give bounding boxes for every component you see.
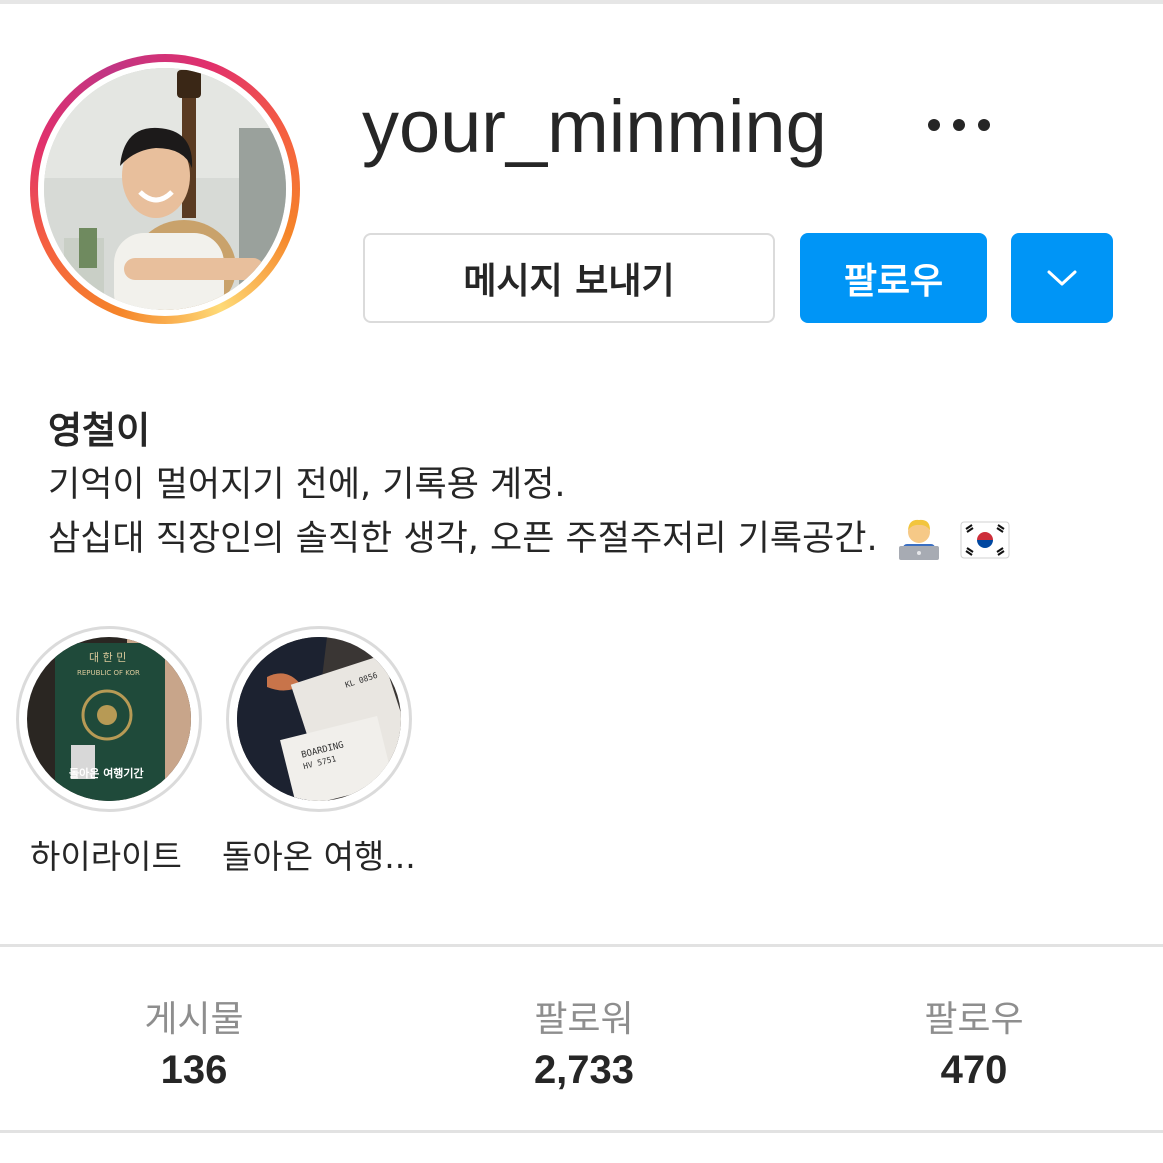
bio-line-1: 기억이 멀어지기 전에, 기록용 계정. [48, 465, 566, 505]
highlight-1-cover: 대 한 민 REPUBLIC OF KOR 돌아온 여행기간 [27, 637, 191, 801]
posts-count[interactable]: 게시물 136 [44, 990, 344, 1093]
highlight-1-cover-title: 대 한 민 [89, 651, 126, 664]
followers-label: 팔로워 [534, 999, 634, 1040]
following-value: 470 [940, 1048, 1008, 1092]
more-horizontal-icon [928, 119, 990, 131]
following-label: 팔로우 [924, 999, 1024, 1040]
avatar-photo [44, 68, 286, 310]
highlight-2-cover: BOARDING HV 5751 KL 0856 [237, 637, 401, 801]
posts-label: 게시물 [144, 999, 244, 1040]
profile-avatar[interactable] [44, 68, 286, 310]
top-divider [0, 0, 1163, 4]
south-korea-flag-emoji [960, 521, 1010, 559]
highlight-1-overlay-text: 돌아온 여행기간 [69, 766, 144, 780]
following-count[interactable]: 팔로우 470 [824, 990, 1124, 1093]
story-ring[interactable] [30, 54, 300, 324]
profile-display-name: 영철이 [48, 409, 151, 452]
highlight-2[interactable]: BOARDING HV 5751 KL 0856 [226, 626, 412, 812]
chevron-down-icon [1047, 270, 1077, 286]
posts-value: 136 [160, 1048, 228, 1092]
highlight-1[interactable]: 대 한 민 REPUBLIC OF KOR 돌아온 여행기간 [16, 626, 202, 812]
stats-top-divider [0, 944, 1163, 947]
follow-button[interactable]: 팔로우 [800, 233, 987, 323]
bio-line-2: 삼십대 직장인의 솔직한 생각, 오픈 주절주저리 기록공간. [48, 510, 1010, 562]
profile-username: your_minming [362, 85, 827, 168]
man-technologist-emoji [898, 519, 939, 560]
more-options-button[interactable] [920, 105, 998, 145]
bio-line-2-text: 삼십대 직장인의 솔직한 생각, 오픈 주절주저리 기록공간. [48, 519, 878, 559]
stats-bottom-divider [0, 1130, 1163, 1133]
suggested-accounts-dropdown-button[interactable] [1011, 233, 1113, 323]
send-message-button[interactable]: 메시지 보내기 [363, 233, 775, 323]
followers-value: 2,733 [533, 1048, 635, 1092]
highlight-1-label[interactable]: 하이라이트 [30, 830, 182, 878]
followers-count[interactable]: 팔로워 2,733 [434, 990, 734, 1093]
highlight-1-cover-subtitle: REPUBLIC OF KOR [77, 669, 140, 677]
highlight-2-label[interactable]: 돌아온 여행... [222, 830, 416, 878]
